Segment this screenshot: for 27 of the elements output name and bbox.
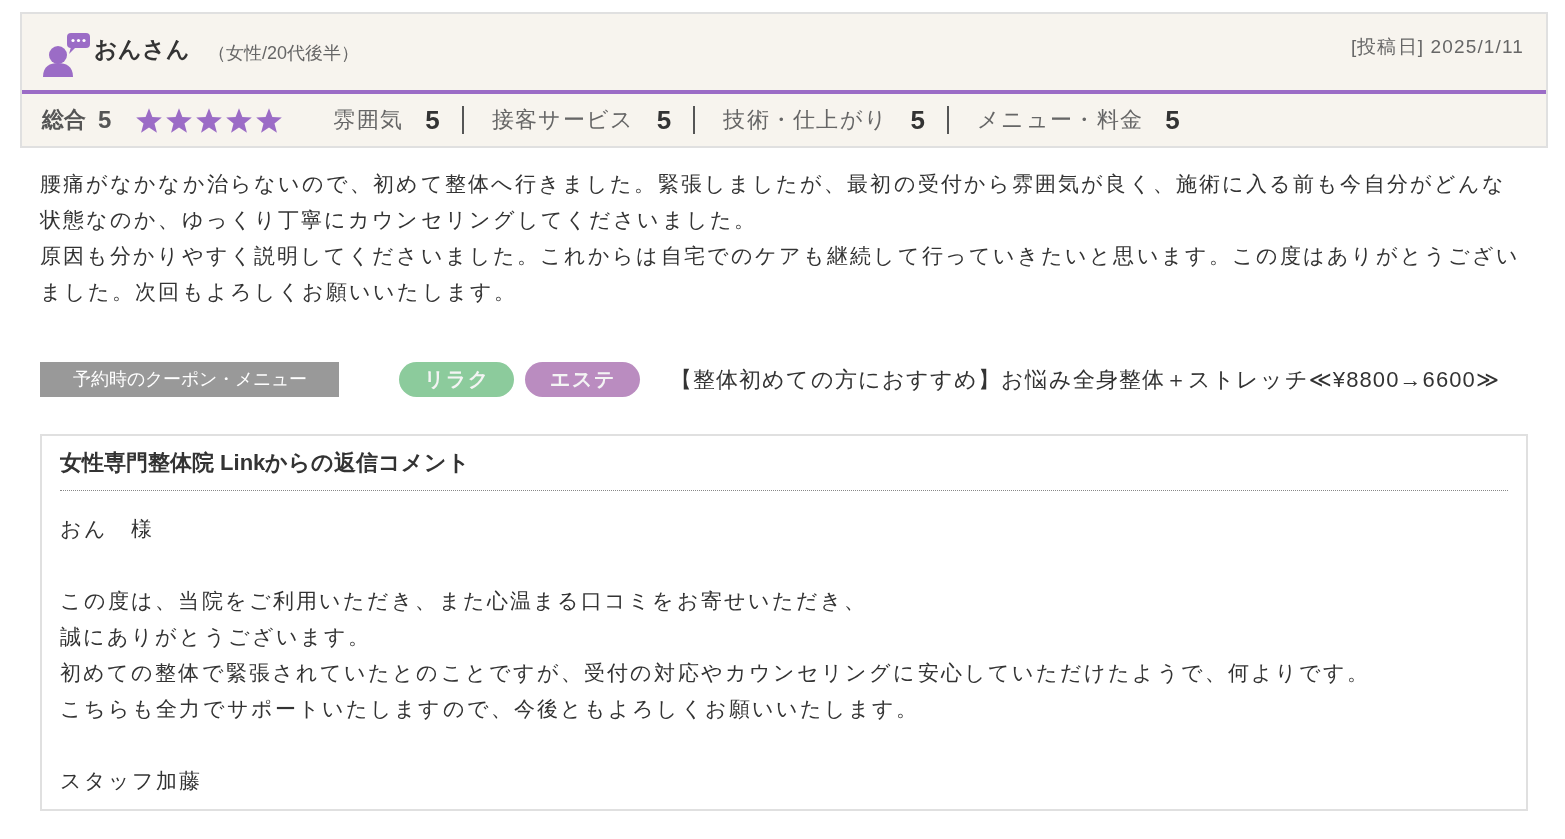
posted-date: [投稿日] 2025/1/11 <box>1350 35 1524 59</box>
overall-label: 総合 <box>42 106 86 134</box>
reviewer-avatar-icon <box>42 33 90 77</box>
reply-title: 女性専門整体院 Linkからの返信コメント <box>60 448 1508 491</box>
rating-label: 雰囲気 <box>333 106 404 134</box>
rating-score: 5 <box>425 104 440 136</box>
reply-text: 誠にありがとうございます。 <box>60 624 373 650</box>
reply-text: おん 様 <box>60 516 156 542</box>
overall-score: 5 <box>98 106 112 134</box>
category-tag: リラク <box>399 362 514 397</box>
reply-text: この度は、当院をご利用いただき、また心温まる口コミをお寄せいただき、 <box>60 588 869 614</box>
reviewer-profile: （女性/20代後半） <box>208 42 360 65</box>
category-tag: エステ <box>525 362 640 397</box>
reply-text: こちらも全力でサポートいたしますので、今後ともよろしくお願いいたします。 <box>60 696 921 722</box>
reply-text: 初めての整体で緊張されていたとのことですが、受付の対応やカウンセリングに安心していただけたようで、何よりです。 <box>60 660 1372 686</box>
coupon-menu-text: 【整体初めての方におすすめ】お悩み全身整体＋ストレッチ≪¥8800→6600≫ <box>670 365 1501 394</box>
reply-text: スタッフ加藤 <box>60 768 204 794</box>
rating-label: メニュー・料金 <box>976 106 1144 134</box>
rating-score: 5 <box>1165 104 1180 136</box>
review-text: 腰痛がなかなか治らないので、初めて整体へ行きました。緊張しましたが、最初の受付から雰囲気が良く、施術に入る前も今自分がどんな状態なのか、ゆっくり丁寧にカウンセリングしてくださいました。 <box>40 171 1508 233</box>
rating-score: 5 <box>656 104 672 136</box>
rating-label: 接客サービス <box>491 106 635 134</box>
coupon-label: 予約時のクーポン・メニュー <box>40 362 339 397</box>
review-text: 原因も分かりやすく説明してくださいました。これからは自宅でのケアも継続して行っていきたいと思います。この度はありがとうございました。次回もよろしくお願いいたします。 <box>40 243 1522 305</box>
reviewer-name: おんさん <box>94 35 190 64</box>
rating-label: 技術・仕上がり <box>723 106 889 134</box>
rating-score: 5 <box>910 104 925 136</box>
